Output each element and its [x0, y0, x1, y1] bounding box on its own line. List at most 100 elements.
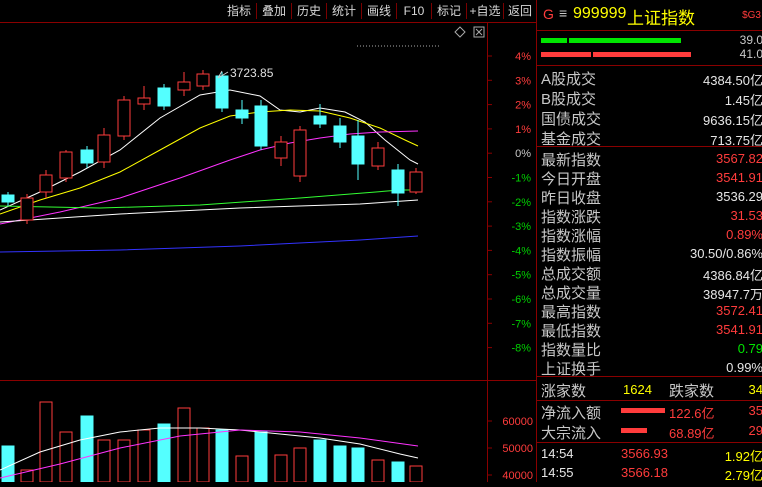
volume-bar: [215, 429, 229, 482]
candle-body: [293, 129, 307, 177]
percent-tick-label: 0%: [515, 148, 531, 160]
percent-axis: 4% 3% 2% 1% 0% -1% -2% -3% -4% -5% -6% -7% -8%: [487, 51, 531, 355]
close-icon[interactable]: [473, 26, 485, 38]
flow-value: 68.89亿: [669, 426, 715, 441]
candle-body: [313, 115, 327, 125]
candle-body: [80, 149, 94, 164]
high-marker-label: 3723.85: [230, 66, 274, 80]
flow-extra: 35: [748, 403, 762, 418]
candle-body: [59, 151, 73, 179]
volume-bar: [293, 447, 307, 482]
up-count-label: 涨家数: [541, 383, 587, 400]
percent-tick-label: -7%: [511, 318, 531, 330]
volume-tick-label: 40000: [502, 470, 533, 482]
quote-row-value: 0.99%: [726, 360, 762, 375]
candle-body: [333, 125, 347, 143]
volume-axis: 60000 50000 40000: [487, 416, 533, 482]
percent-tick-label: 3%: [515, 75, 531, 87]
percent-tick-label: 4%: [515, 51, 531, 63]
tick-price: 3566.93: [621, 446, 668, 461]
candle-body: [157, 87, 171, 107]
panel-header: G ≡ 999999 上证指数 $G3: [537, 0, 762, 30]
tick-amount: 2.79亿: [724, 468, 762, 483]
percent-tick-label: 2%: [515, 100, 531, 112]
percent-tick-label: -5%: [511, 270, 531, 282]
volume-bar: [80, 415, 94, 482]
flow-value: 122.6亿: [669, 406, 715, 421]
security-name: 上证指数: [627, 9, 695, 28]
breadth-row: 涨家数 1624 跌家数 34: [537, 378, 762, 402]
volume-bar: [409, 465, 423, 482]
volume-bar: [313, 439, 327, 482]
percent-tick-label: -1%: [511, 173, 531, 185]
percent-tick-label: -3%: [511, 221, 531, 233]
ma-line: [0, 235, 419, 253]
volume-tick-label: 60000: [502, 416, 533, 428]
quote-row-value: 0.89%: [726, 227, 762, 242]
volume-bar: [157, 423, 171, 482]
candle-body: [254, 105, 268, 147]
tick-price: 3566.18: [621, 465, 668, 480]
buy-sell-bars: 39.0 41.0: [537, 32, 762, 64]
quote-panel: G ≡ 999999 上证指数 $G3 39.0 41.0 A股成交 4384.5…: [536, 0, 762, 483]
quote-row-value: 30.50/0.86%: [689, 246, 762, 261]
up-count-value: 1624: [623, 382, 652, 397]
candle-body: [137, 97, 151, 105]
sell-ratio: 41.0: [739, 47, 762, 61]
tick-row: 14:55 3566.18 2.79亿: [537, 463, 762, 487]
percent-tick-label: 1%: [515, 124, 531, 136]
flow-bar: [621, 408, 665, 413]
volume-bar: [39, 401, 53, 482]
flow-extra: 29: [748, 423, 762, 438]
quote-row-value: 3572.41: [716, 303, 762, 318]
candle-body: [117, 99, 131, 137]
percent-tick-label: -4%: [511, 245, 531, 257]
quote-row-value: 0.79: [737, 341, 762, 356]
kline-chart[interactable]: 4% 3% 2% 1% 0% -1% -2% -3% -4% -5% -6% -7% -8% 60000…: [0, 0, 536, 482]
candle-body: [177, 81, 191, 91]
volume-bar: [351, 447, 365, 482]
corner-tag: $G3: [742, 10, 761, 21]
flow-label: 大宗流入: [541, 425, 602, 442]
candle-body: [215, 75, 229, 109]
quote-row-value: 31.53: [730, 208, 762, 223]
candle-body: [235, 109, 249, 119]
down-count-value: 34: [748, 382, 762, 397]
diamond-icon[interactable]: [454, 26, 466, 38]
candle-body: [20, 197, 34, 221]
candle-body: [39, 174, 53, 193]
flow-bar: [621, 428, 647, 433]
candle-body: [391, 169, 405, 194]
quote-row-value: 3567.82: [716, 151, 762, 166]
menu-icon[interactable]: ≡: [559, 5, 567, 21]
volume-bar: [137, 429, 151, 482]
quote-row-value: 3536.29: [716, 189, 762, 204]
candle-body: [196, 73, 210, 87]
candle-body: [409, 171, 423, 193]
quote-row-value: 3541.91: [716, 170, 762, 185]
volume-bar: [254, 431, 268, 482]
group-flag[interactable]: G: [543, 6, 554, 22]
percent-tick-label: -2%: [511, 197, 531, 209]
candle-body: [371, 147, 385, 167]
volume-bar: [97, 439, 111, 482]
quote-row-value: 3541.91: [716, 322, 762, 337]
volume-bar: [371, 459, 385, 482]
percent-tick-label: -6%: [511, 294, 531, 306]
volume-bar: [391, 461, 405, 482]
tick-time: 14:55: [541, 465, 574, 480]
candle-body: [1, 194, 15, 203]
candle-body: [351, 135, 365, 165]
tick-time: 14:54: [541, 446, 574, 461]
volume-bar: [235, 455, 249, 482]
buy-ratio: 39.0: [739, 33, 762, 47]
down-count-label: 跌家数: [669, 383, 715, 400]
chart-area[interactable]: 指标 叠加 历史 统计 画线 F10 标记 +自选 返回 4% 3% 2% 1% 0%: [0, 0, 536, 482]
volume-tick-label: 50000: [502, 443, 533, 455]
volume-bar: [177, 407, 191, 482]
percent-tick-label: -8%: [511, 343, 531, 355]
volume-bar: [59, 431, 73, 482]
flow-label: 净流入额: [541, 405, 602, 422]
volume-bar: [274, 454, 288, 482]
candle-body: [274, 141, 288, 159]
